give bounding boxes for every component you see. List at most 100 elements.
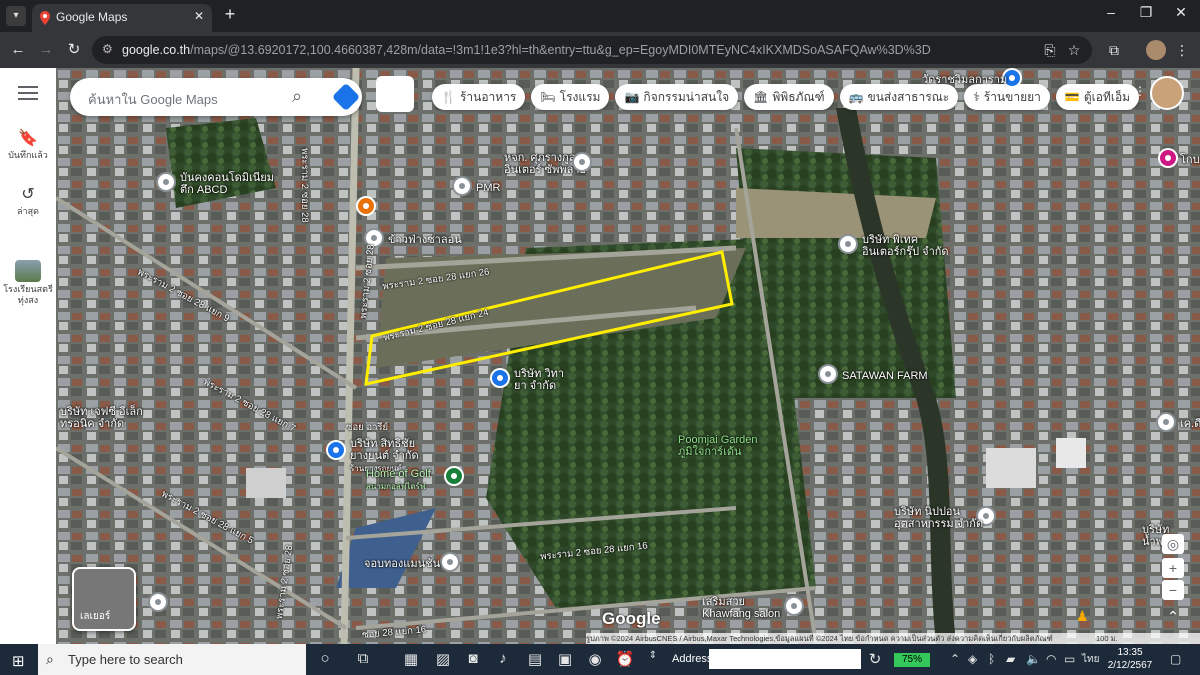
address-go-icon[interactable]: ↻ bbox=[864, 650, 886, 670]
chrome-icon[interactable]: ◉ bbox=[584, 650, 606, 670]
chip-pharmacy[interactable]: ⚕ ร้านขายยา bbox=[964, 84, 1050, 110]
place-pin[interactable] bbox=[158, 174, 174, 190]
zoom-out-icon[interactable]: − bbox=[1162, 580, 1184, 600]
search-input[interactable]: ค้นหาใน Google Maps bbox=[88, 89, 218, 110]
back-icon[interactable]: ← bbox=[8, 40, 28, 60]
layers-label: เลเยอร์ bbox=[80, 611, 111, 622]
recent-button[interactable]: ↺ ล่าสุด bbox=[0, 184, 56, 217]
place-pin[interactable] bbox=[820, 366, 836, 382]
recent-place-button[interactable]: โรงเรียนสตรี ทุ่งสง bbox=[0, 260, 56, 306]
address-bar[interactable]: ⚙ google.co.th/maps/@13.6920172,100.4660… bbox=[92, 36, 1092, 64]
place-label-abcd[interactable]: บันคงคอนโดมิเนียม ตึก ABCD bbox=[180, 172, 274, 196]
wifi-icon[interactable]: ◠ bbox=[1046, 652, 1056, 666]
address-toolbar-input[interactable] bbox=[709, 649, 861, 669]
chip-transit[interactable]: 🚌 ขนส่งสาธารณะ bbox=[839, 84, 959, 110]
photos-icon[interactable]: ▨ bbox=[432, 650, 454, 670]
forward-icon[interactable]: → bbox=[36, 40, 56, 60]
place-label-pitech[interactable]: บริษัท พิเทค อินเตอร์กรุ๊ป จำกัด bbox=[862, 234, 949, 258]
place-label-jsc[interactable]: บริษัท เจฟซี อีเล็ก ทรอนิค จำกัด bbox=[60, 406, 143, 430]
profile-avatar[interactable] bbox=[1146, 40, 1166, 60]
battery-icon[interactable]: ▭ bbox=[1064, 652, 1075, 666]
place-pin[interactable] bbox=[442, 554, 458, 570]
place-label-jorb[interactable]: จอบทองแมนชั่น bbox=[364, 558, 440, 570]
notification-icon[interactable]: ▢ bbox=[1170, 652, 1181, 666]
tray-overflow-icon[interactable]: ⌃ bbox=[950, 652, 960, 666]
volume-icon[interactable]: 🔈 bbox=[1026, 652, 1041, 666]
windows-start-icon[interactable]: ⊞ bbox=[12, 652, 25, 670]
restaurant-pin-icon[interactable] bbox=[358, 198, 374, 214]
calendar-icon[interactable]: ▤ bbox=[524, 650, 546, 670]
shopping-pin-icon[interactable] bbox=[492, 370, 508, 386]
place-label-right-top[interactable]: วัดราชวิมลการาม bbox=[922, 74, 1007, 86]
maps-search-box[interactable]: ค้นหาใน Google Maps ⌕ bbox=[70, 78, 362, 116]
store-icon[interactable]: ▣ bbox=[554, 650, 576, 670]
my-location-icon[interactable]: ◎ bbox=[1162, 534, 1184, 554]
shop-pink-pin-icon[interactable] bbox=[1160, 150, 1176, 166]
security-icon[interactable]: ◈ bbox=[968, 652, 977, 666]
place-label-satawan[interactable]: SATAWAN FARM bbox=[842, 370, 928, 382]
place-pin[interactable] bbox=[454, 178, 470, 194]
chip-hotel[interactable]: 🛏 โรงแรม bbox=[531, 84, 610, 110]
restore-icon[interactable]: ❐ bbox=[1131, 4, 1161, 21]
microphone-icon[interactable]: ♪ bbox=[492, 650, 514, 670]
minimize-icon[interactable]: – bbox=[1096, 4, 1126, 20]
place-label-vita[interactable]: บริษัท วิทา ยา จำกัด bbox=[514, 368, 564, 392]
place-pin[interactable] bbox=[150, 594, 166, 610]
scale-bar[interactable]: 100 ม. bbox=[1096, 633, 1118, 644]
maps-left-rail: 🔖 บันทึกแล้ว ↺ ล่าสุด โรงเรียนสตรี ทุ่งสง bbox=[0, 68, 56, 644]
pegman-icon[interactable]: ♟ bbox=[1076, 608, 1089, 625]
expand-icon[interactable]: ⌃ bbox=[1162, 606, 1184, 626]
place-label-khawfang[interactable]: เสริมสวย Khawfang salon bbox=[702, 596, 780, 620]
install-icon[interactable]: ⎘ bbox=[1040, 40, 1060, 60]
place-label-thai-rice[interactable]: ข้าวฟ่างซาลอน bbox=[388, 234, 462, 246]
chip-activities[interactable]: 📷 กิจกรรมน่าสนใจ bbox=[615, 84, 739, 110]
apps-grid-icon[interactable]: ⋮⋮ bbox=[1122, 84, 1146, 98]
place-pin[interactable] bbox=[786, 598, 802, 614]
browser-menu-icon[interactable]: ⋮ bbox=[1172, 40, 1192, 60]
calculator-icon[interactable]: ▦ bbox=[400, 650, 422, 670]
reload-icon[interactable]: ↻ bbox=[64, 40, 84, 60]
chip-restaurant[interactable]: 🍴 ร้านอาหาร bbox=[432, 84, 526, 110]
bookmark-star-icon[interactable]: ☆ bbox=[1064, 40, 1084, 60]
golf-pin-icon[interactable] bbox=[446, 468, 462, 484]
new-tab-icon[interactable]: + bbox=[220, 4, 240, 25]
chip-museum[interactable]: 🏛 พิพิธภัณฑ์ bbox=[744, 84, 834, 110]
cortana-icon[interactable]: ○ bbox=[314, 650, 336, 670]
task-view-icon[interactable]: ⧉ bbox=[352, 650, 374, 670]
place-label-golf[interactable]: Home of Golf สนามกอล์ฟไดร์ฟ bbox=[366, 468, 431, 493]
alarm-icon[interactable]: ⏰ bbox=[614, 650, 636, 670]
place-label-poomjai[interactable]: Poomjai Garden ภูมิใจการ์เด้น bbox=[678, 434, 758, 458]
zoom-in-icon[interactable]: + bbox=[1162, 558, 1184, 578]
window-close-icon[interactable]: ✕ bbox=[1166, 4, 1196, 21]
place-pin[interactable] bbox=[1158, 414, 1174, 430]
layers-button[interactable]: เลเยอร์ bbox=[72, 567, 136, 631]
map-type-toggle[interactable] bbox=[376, 76, 414, 112]
saved-button[interactable]: 🔖 บันทึกแล้ว bbox=[0, 128, 56, 161]
menu-icon[interactable] bbox=[18, 86, 38, 100]
extensions-icon[interactable]: ⧉ bbox=[1104, 40, 1124, 60]
taskbar-search-input[interactable]: Type here to search bbox=[68, 652, 183, 667]
browser-tab[interactable]: Google Maps ✕ bbox=[32, 4, 212, 32]
shop-pin-icon[interactable] bbox=[328, 442, 344, 458]
bluetooth-icon[interactable]: ᛒ bbox=[988, 652, 995, 666]
directions-icon[interactable] bbox=[331, 82, 361, 112]
satellite-map[interactable]: ค้นหาใน Google Maps ⌕ 🍴 ร้านอาหาร 🛏 โรงแรม 📷… bbox=[56, 68, 1200, 644]
place-pin[interactable] bbox=[574, 154, 590, 170]
language-indicator[interactable]: ไทย bbox=[1082, 652, 1099, 667]
taskbar-search[interactable]: ⌕ Type here to search bbox=[38, 644, 306, 675]
account-avatar[interactable] bbox=[1150, 76, 1184, 110]
tab-search-icon[interactable]: ▾ bbox=[6, 6, 26, 26]
tab-close-icon[interactable]: ✕ bbox=[194, 9, 204, 23]
place-pin[interactable] bbox=[840, 236, 856, 252]
place-label-right-edge[interactable]: เค.ดี bbox=[1180, 418, 1200, 430]
place-label-right-pink[interactable]: โกบ bbox=[1180, 154, 1200, 166]
place-label-nippon[interactable]: บริษัท นิปปอน อุตสาหกรรม จำกัด bbox=[894, 506, 983, 530]
place-label-pmr[interactable]: PMR bbox=[476, 182, 500, 194]
site-info-icon[interactable]: ⚙ bbox=[102, 42, 118, 58]
taskbar-scroll-icon[interactable]: ⇕ bbox=[642, 650, 664, 670]
hotel-icon: 🛏 bbox=[540, 90, 556, 104]
clock[interactable]: 13:35 2/12/2567 bbox=[1100, 646, 1160, 672]
nvidia-icon[interactable]: ▰ bbox=[1006, 652, 1015, 666]
search-icon[interactable]: ⌕ bbox=[292, 86, 302, 107]
camera-icon[interactable]: ◙ bbox=[462, 650, 484, 670]
